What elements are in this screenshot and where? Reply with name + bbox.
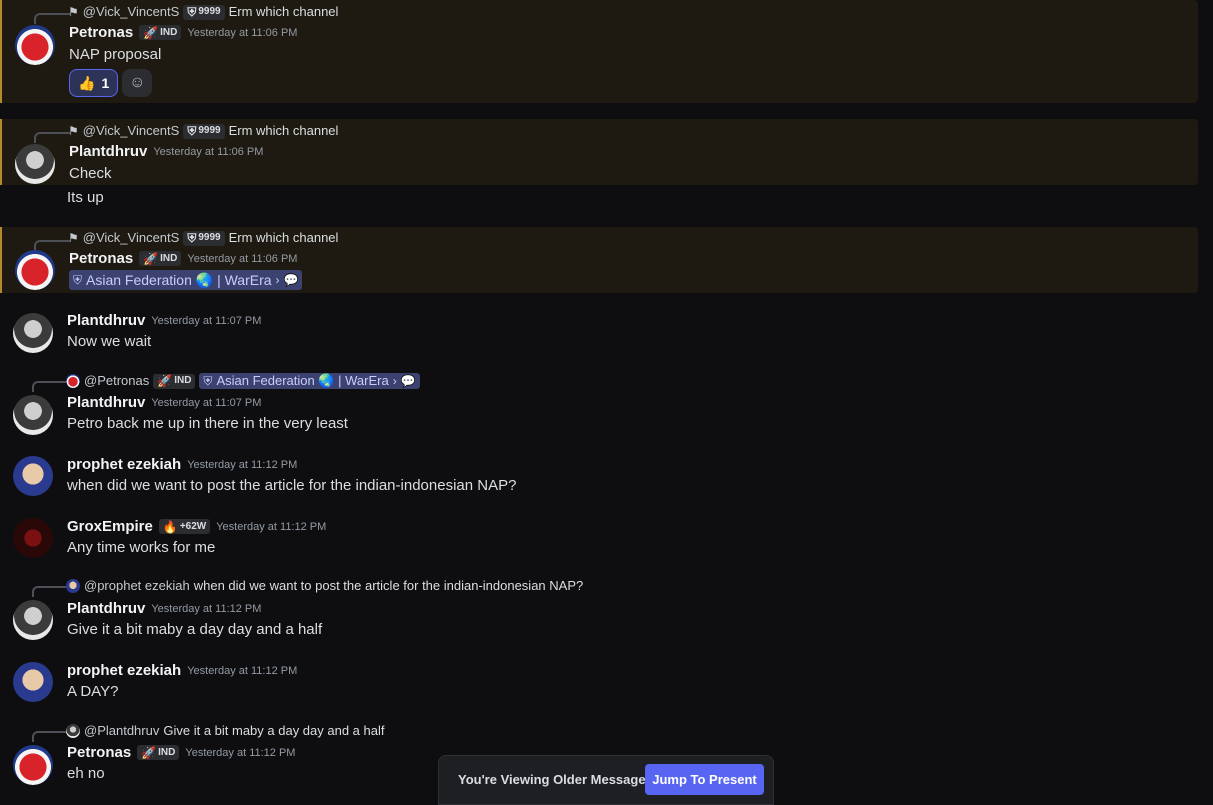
message-highlighted: ⚑ @Vick_VincentS ⛨ 9999 Erm which channel… (0, 227, 1198, 293)
reaction-count: 1 (101, 75, 110, 91)
reply-reference[interactable]: @Plantdhruv Give it a bit maby a day day… (66, 723, 385, 739)
timestamp: Yesterday at 11:12 PM (216, 520, 327, 533)
reply-reference[interactable]: @prophet ezekiah when did we want to pos… (66, 578, 583, 594)
avatar[interactable] (15, 144, 55, 184)
reply-username[interactable]: @Vick_VincentS (83, 4, 180, 20)
username[interactable]: Plantdhruv (69, 143, 147, 160)
timestamp: Yesterday at 11:07 PM (151, 396, 262, 409)
badge-icon: ⛨ (187, 231, 197, 245)
reply-reference[interactable]: @Petronas 🚀 IND ⛨ Asian Federation 🌏 | Wa… (66, 373, 420, 389)
avatar[interactable] (13, 518, 53, 558)
username[interactable]: Petronas (69, 24, 133, 41)
avatar[interactable] (15, 250, 55, 290)
username[interactable]: GroxEmpire (67, 518, 153, 535)
user-tag: ⛨ 9999 (183, 123, 225, 139)
reply-username[interactable]: @Vick_VincentS (83, 123, 180, 139)
flag-icon: ⚑ (68, 124, 79, 138)
username[interactable]: Petronas (69, 250, 133, 267)
reply-text: Erm which channel (228, 123, 339, 138)
rocket-icon: 🚀 (143, 25, 159, 40)
user-tag: 🚀 IND (137, 745, 180, 760)
chat-bubble-icon: 💬 (283, 273, 299, 287)
username[interactable]: Plantdhruv (67, 600, 145, 617)
timestamp: Yesterday at 11:12 PM (185, 746, 296, 759)
flag-icon: ⚑ (68, 5, 79, 19)
message-text: Petro back me up in there in the very le… (67, 415, 348, 432)
message-text: Its up (67, 189, 104, 206)
message-text: Now we wait (67, 333, 152, 350)
reply-text: when did we want to post the article for… (193, 578, 584, 593)
server-icon: ⛨ (73, 273, 83, 287)
timestamp: Yesterday at 11:07 PM (151, 314, 262, 327)
fire-icon: 🔥 (162, 519, 178, 534)
username[interactable]: prophet ezekiah (67, 662, 181, 679)
message-text: eh no (67, 765, 105, 782)
timestamp: Yesterday at 11:06 PM (187, 26, 298, 39)
server-icon: ⛨ (203, 374, 213, 388)
reply-reference[interactable]: ⚑ @Vick_VincentS ⛨ 9999 Erm which channel (68, 230, 338, 246)
user-tag: ⛨ 9999 (183, 230, 225, 246)
thumbs-up-icon: 👍 (78, 74, 96, 91)
timestamp: Yesterday at 11:12 PM (151, 602, 262, 615)
timestamp: Yesterday at 11:12 PM (187, 458, 298, 471)
avatar[interactable] (13, 456, 53, 496)
reply-reference[interactable]: ⚑ @Vick_VincentS ⛨ 9999 Erm which channel (68, 4, 338, 20)
timestamp: Yesterday at 11:06 PM (187, 252, 298, 265)
badge-icon: ⛨ (187, 5, 197, 19)
message-text: Give it a bit maby a day day and a half (67, 621, 323, 638)
reply-reference[interactable]: ⚑ @Vick_VincentS ⛨ 9999 Erm which channel (68, 123, 338, 139)
chat-bubble-icon: 💬 (400, 374, 416, 388)
avatar[interactable] (13, 662, 53, 702)
message-highlighted: ⚑ @Vick_VincentS ⛨ 9999 Erm which channel… (0, 0, 1198, 103)
reply-username[interactable]: @Plantdhruv (84, 723, 159, 739)
channel-mention[interactable]: ⛨ Asian Federation 🌏 | WarEra › 💬 (69, 270, 303, 290)
avatar[interactable] (15, 25, 55, 65)
rocket-icon: 🚀 (141, 745, 157, 760)
rocket-icon: 🚀 (157, 374, 173, 388)
message-highlighted: ⚑ @Vick_VincentS ⛨ 9999 Erm which channel… (0, 119, 1198, 185)
smile-icon: ☺ (129, 74, 146, 91)
avatar[interactable] (13, 600, 53, 640)
rocket-icon: 🚀 (143, 251, 159, 266)
channel-mention[interactable]: ⛨ Asian Federation 🌏 | WarEra › 💬 (199, 373, 420, 389)
avatar-small (66, 724, 80, 738)
message-text: A DAY? (67, 683, 119, 700)
older-messages-bar: You're Viewing Older Messages Jump To Pr… (438, 755, 774, 805)
reply-text: Erm which channel (228, 4, 339, 19)
jump-to-present-button[interactable]: Jump To Present (645, 764, 764, 795)
reply-username[interactable]: @prophet ezekiah (84, 578, 190, 594)
reply-username[interactable]: @Vick_VincentS (83, 230, 180, 246)
older-messages-label: You're Viewing Older Messages (458, 772, 653, 787)
user-tag: 🚀 IND (153, 373, 196, 389)
avatar-small (66, 579, 80, 593)
user-tag: ⛨ 9999 (183, 4, 225, 20)
reply-text: Erm which channel (228, 230, 339, 245)
avatar-small (66, 374, 80, 388)
message-text: Any time works for me (67, 539, 216, 556)
user-tag: 🚀 IND (139, 25, 182, 40)
username[interactable]: prophet ezekiah (67, 456, 181, 473)
reply-username[interactable]: @Petronas (84, 373, 149, 389)
avatar[interactable] (13, 395, 53, 435)
timestamp: Yesterday at 11:12 PM (187, 664, 298, 677)
chevron-right-icon: › (275, 273, 280, 287)
message-text: Check (69, 165, 112, 182)
reaction-thumbs-up[interactable]: 👍 1 (69, 69, 119, 97)
user-tag: 🚀 IND (139, 251, 182, 266)
user-tag: 🔥 +62W (158, 519, 211, 534)
flag-icon: ⚑ (68, 231, 79, 245)
username[interactable]: Plantdhruv (67, 394, 145, 411)
avatar[interactable] (13, 745, 53, 785)
reply-text: Give it a bit maby a day day and a half (163, 723, 385, 738)
timestamp: Yesterday at 11:06 PM (153, 145, 264, 158)
message-text: when did we want to post the article for… (67, 477, 517, 494)
message-text: NAP proposal (69, 46, 162, 63)
add-reaction-button[interactable]: ☺ (122, 69, 153, 97)
chevron-right-icon: › (392, 374, 397, 388)
username[interactable]: Plantdhruv (67, 312, 145, 329)
username[interactable]: Petronas (67, 744, 131, 761)
badge-icon: ⛨ (187, 124, 197, 138)
avatar[interactable] (13, 313, 53, 353)
